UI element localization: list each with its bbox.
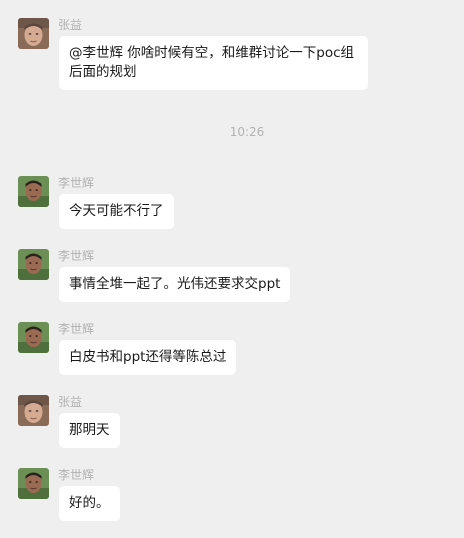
sender-name: 李世辉 [58,322,95,336]
sender-name: 李世辉 [58,468,95,482]
sender-name: 张益 [58,18,83,32]
avatar[interactable] [18,249,49,280]
avatar[interactable] [18,176,49,207]
sender-name: 张益 [58,395,83,409]
message-bubble[interactable]: @李世辉 你啥时候有空，和维群讨论一下poc组后面的规划 [59,36,368,90]
avatar[interactable] [18,395,49,426]
avatar[interactable] [18,322,49,353]
message-bubble[interactable]: 今天可能不行了 [59,194,174,229]
chat-history: 张益 @李世辉 你啥时候有空，和维群讨论一下poc组后面的规划 10:26 李世… [0,0,464,538]
avatar[interactable] [18,468,49,499]
message-bubble[interactable]: 事情全堆一起了。光伟还要求交ppt [59,267,291,302]
message-bubble[interactable]: 好的。 [59,486,120,521]
sender-name: 李世辉 [58,249,95,263]
message-bubble[interactable]: 白皮书和ppt还得等陈总过 [59,340,237,375]
message-bubble[interactable]: 那明天 [59,413,120,448]
avatar[interactable] [18,18,49,49]
sender-name: 李世辉 [58,176,95,190]
time-divider: 10:26 [229,125,265,139]
